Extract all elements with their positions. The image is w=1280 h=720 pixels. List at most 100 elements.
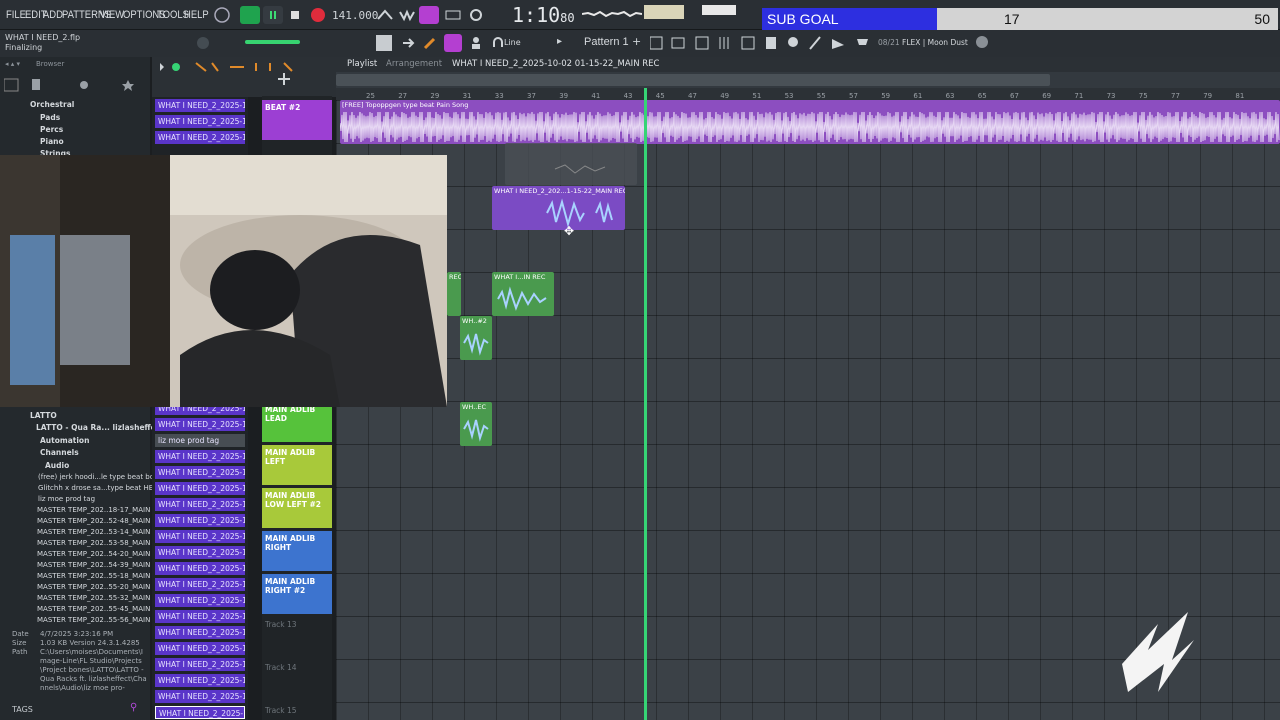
channel-item[interactable]: WHAT I NEED_2_2025-10... — [155, 610, 245, 623]
channel-item[interactable]: WHAT I NEED_2_2025-10... — [155, 418, 245, 431]
audio-clip[interactable]: WH..EC — [460, 402, 492, 446]
browser-folder[interactable]: Orchestral — [30, 100, 74, 109]
browser-folder[interactable]: Automation — [40, 436, 89, 445]
browser-folder[interactable]: Percs — [40, 125, 63, 134]
audio-clip[interactable]: [FREE] Topoppgen type beat Pain Song — [340, 100, 1280, 144]
master-pitch-knob[interactable] — [195, 35, 211, 51]
browser-file[interactable]: MASTER TEMP_202..54-39_MAIN REC — [37, 561, 167, 569]
browser-file[interactable]: MASTER TEMP_202..55-32_MAIN REC — [37, 594, 167, 602]
browser-file[interactable]: MASTER TEMP_202..53-58_MAIN REC — [37, 539, 167, 547]
track-header[interactable]: MAIN ADLIB LEAD — [262, 402, 332, 442]
menu-file[interactable]: FILE — [6, 9, 26, 21]
cart-icon[interactable] — [855, 35, 871, 51]
browser-file[interactable]: MASTER TEMP_202..18-17_MAIN REC — [37, 506, 167, 514]
chevron-right-icon[interactable]: ▸ — [557, 36, 562, 47]
ruler-tick-label: 67 — [1010, 92, 1019, 100]
tempo-display[interactable]: 141.000 — [332, 9, 378, 22]
song-mode-button[interactable] — [240, 6, 260, 24]
master-volume-slider[interactable] — [245, 40, 300, 44]
browser-folder[interactable]: Pads — [40, 113, 60, 122]
channel-item[interactable]: WHAT I NEED_2_2025-10... — [155, 99, 245, 112]
channel-item[interactable]: WHAT I NEED_2_2025-10... — [155, 115, 245, 128]
browser-folder[interactable]: Piano — [40, 137, 64, 146]
channel-item[interactable]: WHAT I NEED_2_2025-10... — [155, 546, 245, 559]
channel-item[interactable]: WHAT I NEED_2_2025-10... — [155, 514, 245, 527]
browser-folder[interactable]: LATTO — [30, 411, 57, 420]
browser-file[interactable]: MASTER TEMP_202..55-18_MAIN REC — [37, 572, 167, 580]
channel-item[interactable]: WHAT I NEED_2_2025-10... — [155, 450, 245, 463]
audio-clip[interactable]: WHAT I...IN REC — [492, 272, 554, 316]
stamp-icon[interactable] — [468, 35, 484, 51]
track-header[interactable]: BEAT #2 — [262, 100, 332, 140]
channel-item[interactable]: WHAT I NEED_2_2025-10... — [155, 706, 245, 719]
pattern-selector[interactable]: Pattern 1 — [584, 36, 629, 48]
status-text: Finalizing — [5, 43, 43, 52]
browser-file[interactable]: MASTER TEMP_202..55-56_MAIN REC — [37, 616, 167, 624]
track-header[interactable]: Track 14 — [262, 660, 332, 700]
audio-clip[interactable]: WHAT I NEED_2_202...1-15-22_MAIN REC — [492, 186, 625, 230]
browser-file[interactable]: MASTER TEMP_202..52-48_MAIN REC — [37, 517, 167, 525]
track-header[interactable]: MAIN ADLIB LOW LEFT #2 — [262, 488, 332, 528]
channel-item[interactable]: WHAT I NEED_2_2025-10... — [155, 466, 245, 479]
channel-item[interactable]: WHAT I NEED_2_2025-10... — [155, 626, 245, 639]
track-header[interactable]: MAIN ADLIB RIGHT #2 — [262, 574, 332, 614]
channel-item[interactable]: WHAT I NEED_2_2025-10... — [155, 482, 245, 495]
browser-file[interactable]: MASTER TEMP_202..54-20_MAIN REC — [37, 550, 167, 558]
record-button[interactable] — [308, 6, 328, 24]
metronome-icon[interactable] — [212, 6, 232, 24]
playhead[interactable] — [644, 88, 647, 720]
project-filename: WHAT I NEED_2.flp — [5, 33, 81, 42]
track-header[interactable]: MAIN ADLIB LEFT — [262, 445, 332, 485]
browser-nav-icon[interactable]: ◂ ▴ ▾ — [5, 60, 20, 68]
menu-add[interactable]: ADD — [43, 9, 63, 21]
browser-file[interactable]: liz moe prod tag — [38, 495, 95, 503]
browser-folder[interactable]: LATTO - Qua Ra... lizlasheffect — [36, 423, 164, 432]
channel-item[interactable]: WHAT I NEED_2_2025-10... — [155, 674, 245, 687]
browser-file[interactable]: MASTER TEMP_202..55-45_MAIN REC — [37, 605, 167, 613]
channel-item[interactable]: WHAT I NEED_2_2025-10... — [155, 562, 245, 575]
typing-keyboard-icon[interactable] — [375, 6, 395, 24]
browser-folder[interactable]: Audio — [45, 461, 69, 470]
pencil-icon[interactable] — [422, 35, 438, 51]
track-header[interactable]: MAIN ADLIB RIGHT — [262, 531, 332, 571]
pattern-mode-icon[interactable] — [376, 35, 392, 51]
channel-item[interactable]: WHAT I NEED_2_2025-10... — [155, 594, 245, 607]
arrow-right-icon[interactable] — [400, 35, 416, 51]
track-header[interactable]: Track 13 — [262, 617, 332, 657]
cpu-meter — [644, 5, 684, 19]
channel-item[interactable]: WHAT I NEED_2_2025-10... — [155, 498, 245, 511]
news-title[interactable]: FLEX | Moon Dust — [902, 38, 968, 47]
timeline-ruler[interactable]: 25 27 29 31 33 37 39 41 43 45 47 49 51 53 55 57 59 61 63 65… — [336, 88, 1280, 100]
globe-icon[interactable] — [976, 36, 988, 48]
browser-file[interactable]: MASTER TEMP_202..55-20_MAIN REC — [37, 583, 167, 591]
browser-folder[interactable]: Channels — [40, 448, 79, 457]
menu-help[interactable]: HELP — [184, 9, 209, 21]
channel-item[interactable]: WHAT I NEED_2_2025-10... — [155, 578, 245, 591]
song-position[interactable]: 1:1080 — [512, 3, 575, 27]
ruler-tick-label: 31 — [463, 92, 472, 100]
magnet-snap-icon[interactable] — [444, 34, 462, 52]
browser-file[interactable]: MASTER TEMP_202..53-14_MAIN REC — [37, 528, 167, 536]
channel-item[interactable]: WHAT I NEED_2_2025-10... — [155, 690, 245, 703]
loop-record-icon[interactable] — [466, 6, 486, 24]
browser-file[interactable]: (free) jerk hoodi...le type beat bound — [38, 473, 167, 481]
channel-item[interactable]: WHAT I NEED_2_2025-10... — [155, 642, 245, 655]
audio-clip[interactable]: REC — [447, 272, 461, 316]
channel-item[interactable]: WHAT I NEED_2_2025-10... — [155, 530, 245, 543]
stop-button[interactable] — [285, 6, 305, 24]
audio-clip[interactable]: WH..#2 — [460, 316, 492, 360]
channel-item[interactable]: WHAT I NEED_2_2025-10... — [155, 658, 245, 671]
menu-view[interactable]: VIEW — [100, 9, 124, 21]
track-header[interactable]: Track 15 — [262, 703, 332, 720]
audio-clip-muted[interactable] — [505, 143, 637, 185]
countdown-icon[interactable] — [419, 6, 439, 24]
channel-item[interactable]: liz moe prod tag — [155, 434, 245, 447]
add-pattern-button[interactable]: + — [632, 35, 641, 48]
wait-input-icon[interactable] — [397, 6, 417, 24]
blend-notes-icon[interactable] — [443, 6, 463, 24]
search-icon[interactable]: ⚲ — [130, 702, 137, 713]
play-button[interactable] — [263, 6, 283, 24]
snap-mode-select[interactable]: Line — [504, 38, 521, 47]
channel-item[interactable]: WHAT I NEED_2_2025-10... — [155, 131, 245, 144]
horizontal-scrollbar[interactable] — [336, 74, 1050, 86]
